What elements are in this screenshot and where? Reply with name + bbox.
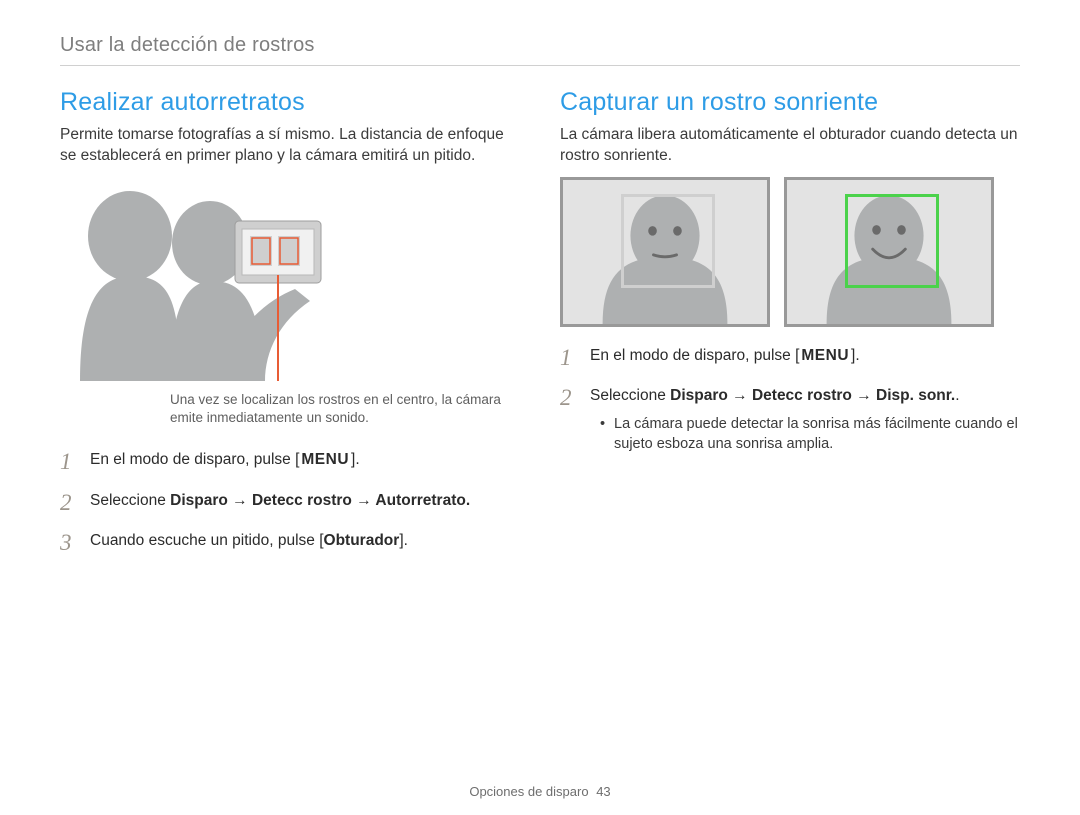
step-3: Cuando escuche un pitido, pulse [Obturad… [60,530,520,552]
step-text: ]. [399,532,408,549]
section-intro: La cámara libera automáticamente el obtu… [560,125,1020,167]
step-2: Seleccione Disparo → Detecc rostro → Aut… [60,490,520,512]
face-frame-smile [784,177,994,327]
page-footer: Opciones de disparo 43 [0,784,1080,799]
step-text: Seleccione [90,492,170,509]
step-1: En el modo de disparo, pulse [MENU]. [560,345,1020,367]
detect-box-green [845,194,939,288]
manual-page: Usar la detección de rostros Realizar au… [0,0,1080,815]
step-2: Seleccione Disparo → Detecc rostro → Dis… [560,385,1020,454]
step-bullet: La cámara puede detectar la sonrisa más … [600,414,1020,455]
step-text: ]. [851,347,860,364]
step-text: Seleccione [590,387,670,404]
detect-box-white [621,194,715,288]
footer-section: Opciones de disparo [469,784,588,799]
content-columns: Realizar autorretratos Permite tomarse f… [60,88,1020,571]
breadcrumb: Usar la detección de rostros [60,34,1020,57]
step-1: En el modo de disparo, pulse [MENU]. [60,449,520,471]
self-portrait-graphic [60,181,360,381]
section-intro: Permite tomarse fotografías a sí mismo. … [60,125,520,167]
menu-key-icon: MENU [799,345,851,367]
step-text: En el modo de disparo, pulse [ [90,451,299,468]
step-text: . [955,387,959,404]
menu-key-icon: MENU [299,449,351,471]
section-self-portrait: Realizar autorretratos Permite tomarse f… [60,88,520,571]
illustration-self-portrait [60,181,360,381]
step-text: ]. [351,451,360,468]
shutter-strong: Obturador [324,532,400,549]
divider [60,65,1020,66]
step-path-strong: Disparo → Detecc rostro → Autorretrato. [170,492,470,509]
section-title: Capturar un rostro sonriente [560,88,1020,117]
callout-text: Una vez se localizan los rostros en el c… [170,391,520,427]
face-detection-illustrations [560,177,1020,327]
steps-left: En el modo de disparo, pulse [MENU]. Sel… [60,449,520,552]
illustration-callout: Una vez se localizan los rostros en el c… [60,391,520,427]
step-text: Cuando escuche un pitido, pulse [ [90,532,324,549]
section-smile-shot: Capturar un rostro sonriente La cámara l… [560,88,1020,571]
steps-right: En el modo de disparo, pulse [MENU]. Sel… [560,345,1020,455]
step-text: En el modo de disparo, pulse [ [590,347,799,364]
step-sublist: La cámara puede detectar la sonrisa más … [590,414,1020,455]
page-number: 43 [596,784,610,799]
face-frame-neutral [560,177,770,327]
step-path-strong: Disparo → Detecc rostro → Disp. sonr. [670,387,955,404]
section-title: Realizar autorretratos [60,88,520,117]
